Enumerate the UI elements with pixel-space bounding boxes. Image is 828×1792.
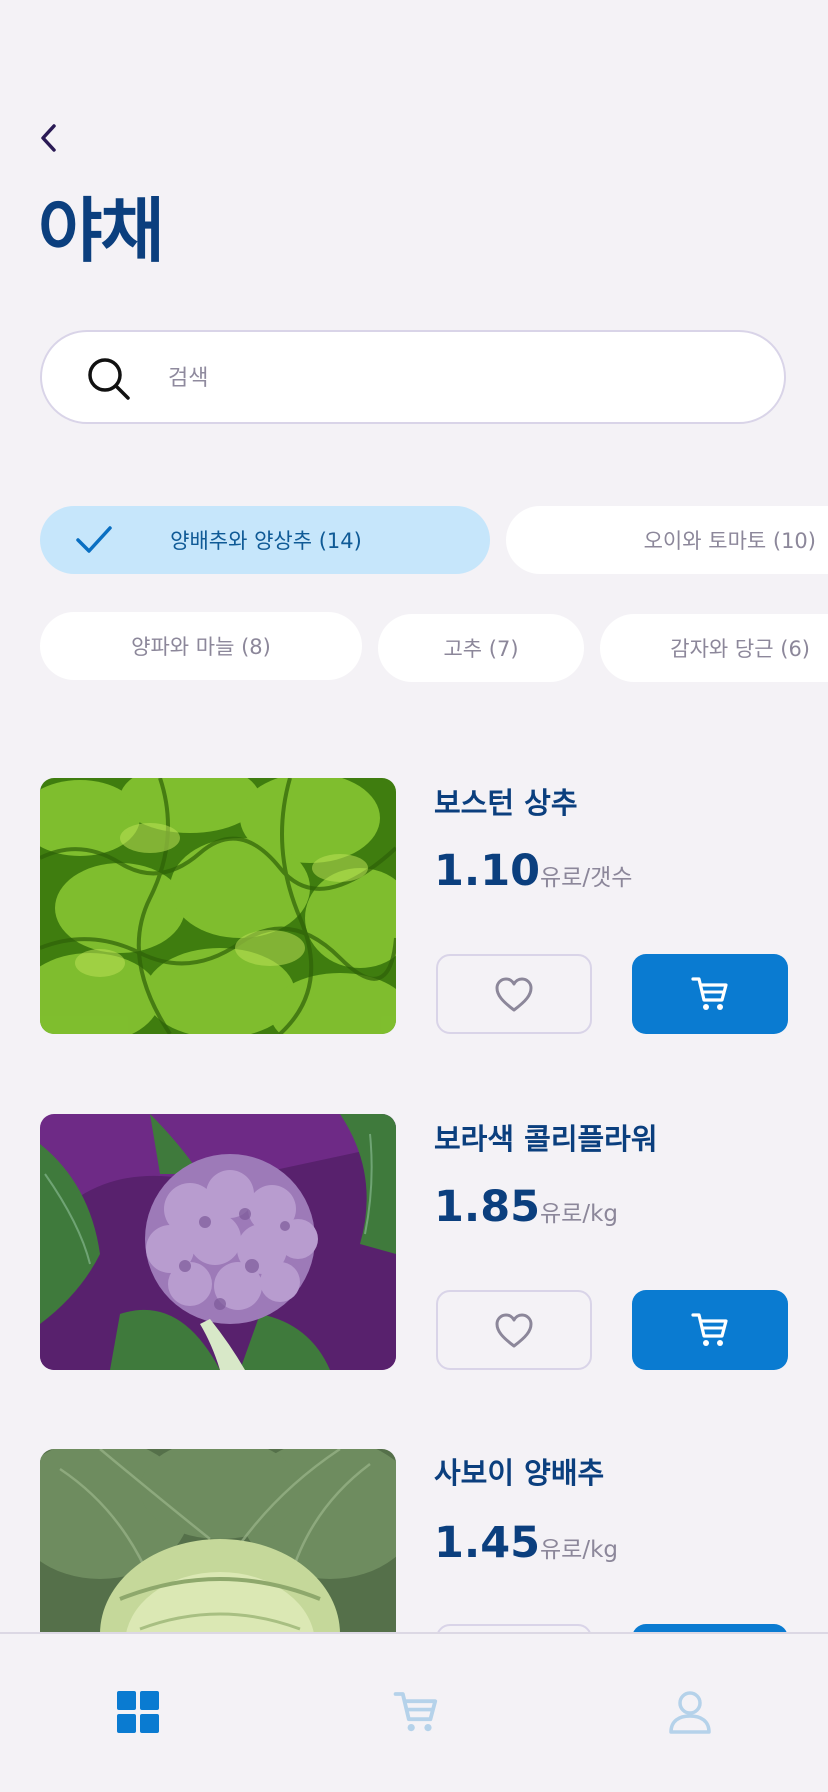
nav-cart[interactable] — [392, 1688, 440, 1736]
add-to-cart-button[interactable] — [632, 954, 788, 1034]
product-image-purple-cauliflower[interactable] — [40, 1114, 396, 1370]
product-name: 사보이 양배추 — [434, 1456, 605, 1490]
category-chip-cucumber-tomato[interactable]: 오이와 토마토 (10) — [506, 506, 828, 574]
product-unit: 유로/kg — [540, 1201, 618, 1227]
product-image-lettuce[interactable] — [40, 778, 396, 1034]
bottom-navigation — [0, 1632, 828, 1792]
heart-icon — [495, 1313, 533, 1348]
category-chip-onion-garlic[interactable]: 양파와 마늘 (8) — [40, 612, 362, 680]
check-icon — [76, 526, 112, 553]
search-bar[interactable] — [40, 330, 786, 424]
cart-icon — [691, 977, 728, 1010]
category-chip-potato-carrot[interactable]: 감자와 당근 (6) — [600, 614, 828, 682]
search-input[interactable] — [166, 332, 750, 424]
nav-home[interactable] — [114, 1688, 162, 1736]
favorite-button[interactable] — [436, 954, 592, 1034]
page-title: 야채 — [38, 190, 165, 272]
category-chip-label: 감자와 당근 (6) — [670, 637, 810, 661]
category-chip-pepper[interactable]: 고추 (7) — [378, 614, 584, 682]
user-icon — [669, 1691, 711, 1734]
search-icon — [88, 358, 130, 400]
grid-icon — [117, 1691, 159, 1733]
category-chip-label: 고추 (7) — [443, 637, 519, 661]
category-chip-label: 양배추와 양상추 (14) — [170, 529, 362, 553]
product-price: 1.45 — [434, 1518, 541, 1568]
add-to-cart-button[interactable] — [632, 1290, 788, 1370]
product-name: 보라색 콜리플라워 — [434, 1122, 658, 1156]
category-chip-label: 양파와 마늘 (8) — [131, 635, 271, 659]
product-unit: 유로/kg — [540, 1537, 618, 1563]
favorite-button[interactable] — [436, 1290, 592, 1370]
category-chip-label: 오이와 토마토 (10) — [643, 529, 816, 553]
nav-profile[interactable] — [666, 1688, 714, 1736]
heart-icon — [495, 977, 533, 1012]
product-unit: 유로/갯수 — [540, 865, 633, 891]
product-price: 1.10 — [434, 846, 541, 896]
chevron-left-icon — [41, 124, 56, 152]
cart-icon — [393, 1692, 438, 1732]
product-price: 1.85 — [434, 1182, 541, 1232]
product-name: 보스턴 상추 — [434, 786, 578, 820]
back-button[interactable] — [28, 116, 72, 160]
category-chip-cabbage-lettuce[interactable]: 양배추와 양상추 (14) — [40, 506, 490, 574]
cart-icon — [691, 1313, 728, 1346]
